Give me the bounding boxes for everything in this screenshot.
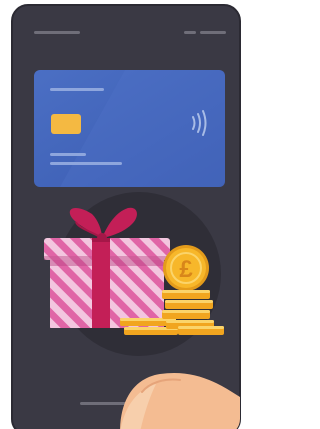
card-top-line: [50, 88, 104, 91]
status-bar-right-dash-2: [200, 31, 226, 34]
card-line-1: [50, 153, 86, 156]
card-chip-icon: [51, 114, 81, 134]
illustration-canvas: £: [0, 0, 245, 429]
credit-card: [34, 70, 225, 187]
status-bar-right-dash-1: [184, 31, 196, 34]
phone-payment-illustration: £: [11, 4, 241, 429]
card-line-2: [50, 162, 122, 165]
pound-symbol: £: [179, 256, 193, 283]
status-bar-left-indicator: [34, 31, 80, 34]
pound-coin-icon: £: [163, 245, 209, 291]
